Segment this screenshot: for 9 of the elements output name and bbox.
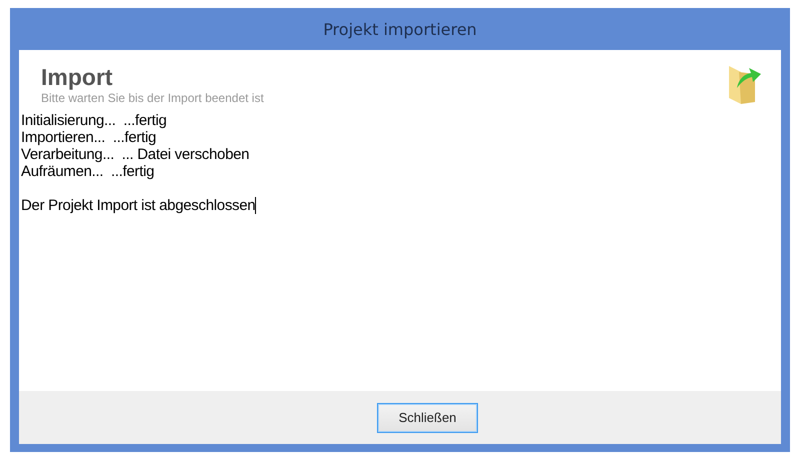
header-subtitle: Bitte warten Sie bis der Import beendet ist: [41, 91, 264, 105]
close-button[interactable]: Schließen: [377, 402, 478, 432]
log-message: Der Projekt Import ist abgeschlossen: [21, 197, 256, 214]
log-line: Importieren... ...fertig: [21, 129, 156, 146]
header-title: Import: [41, 64, 113, 90]
log-line: Verarbeitung... ... Datei verschoben: [21, 146, 250, 163]
log-line: Aufräumen... ...fertig: [21, 163, 154, 180]
window-title: Projekt importieren: [323, 20, 477, 38]
log-line: Initialisierung... ...fertig: [21, 112, 167, 129]
